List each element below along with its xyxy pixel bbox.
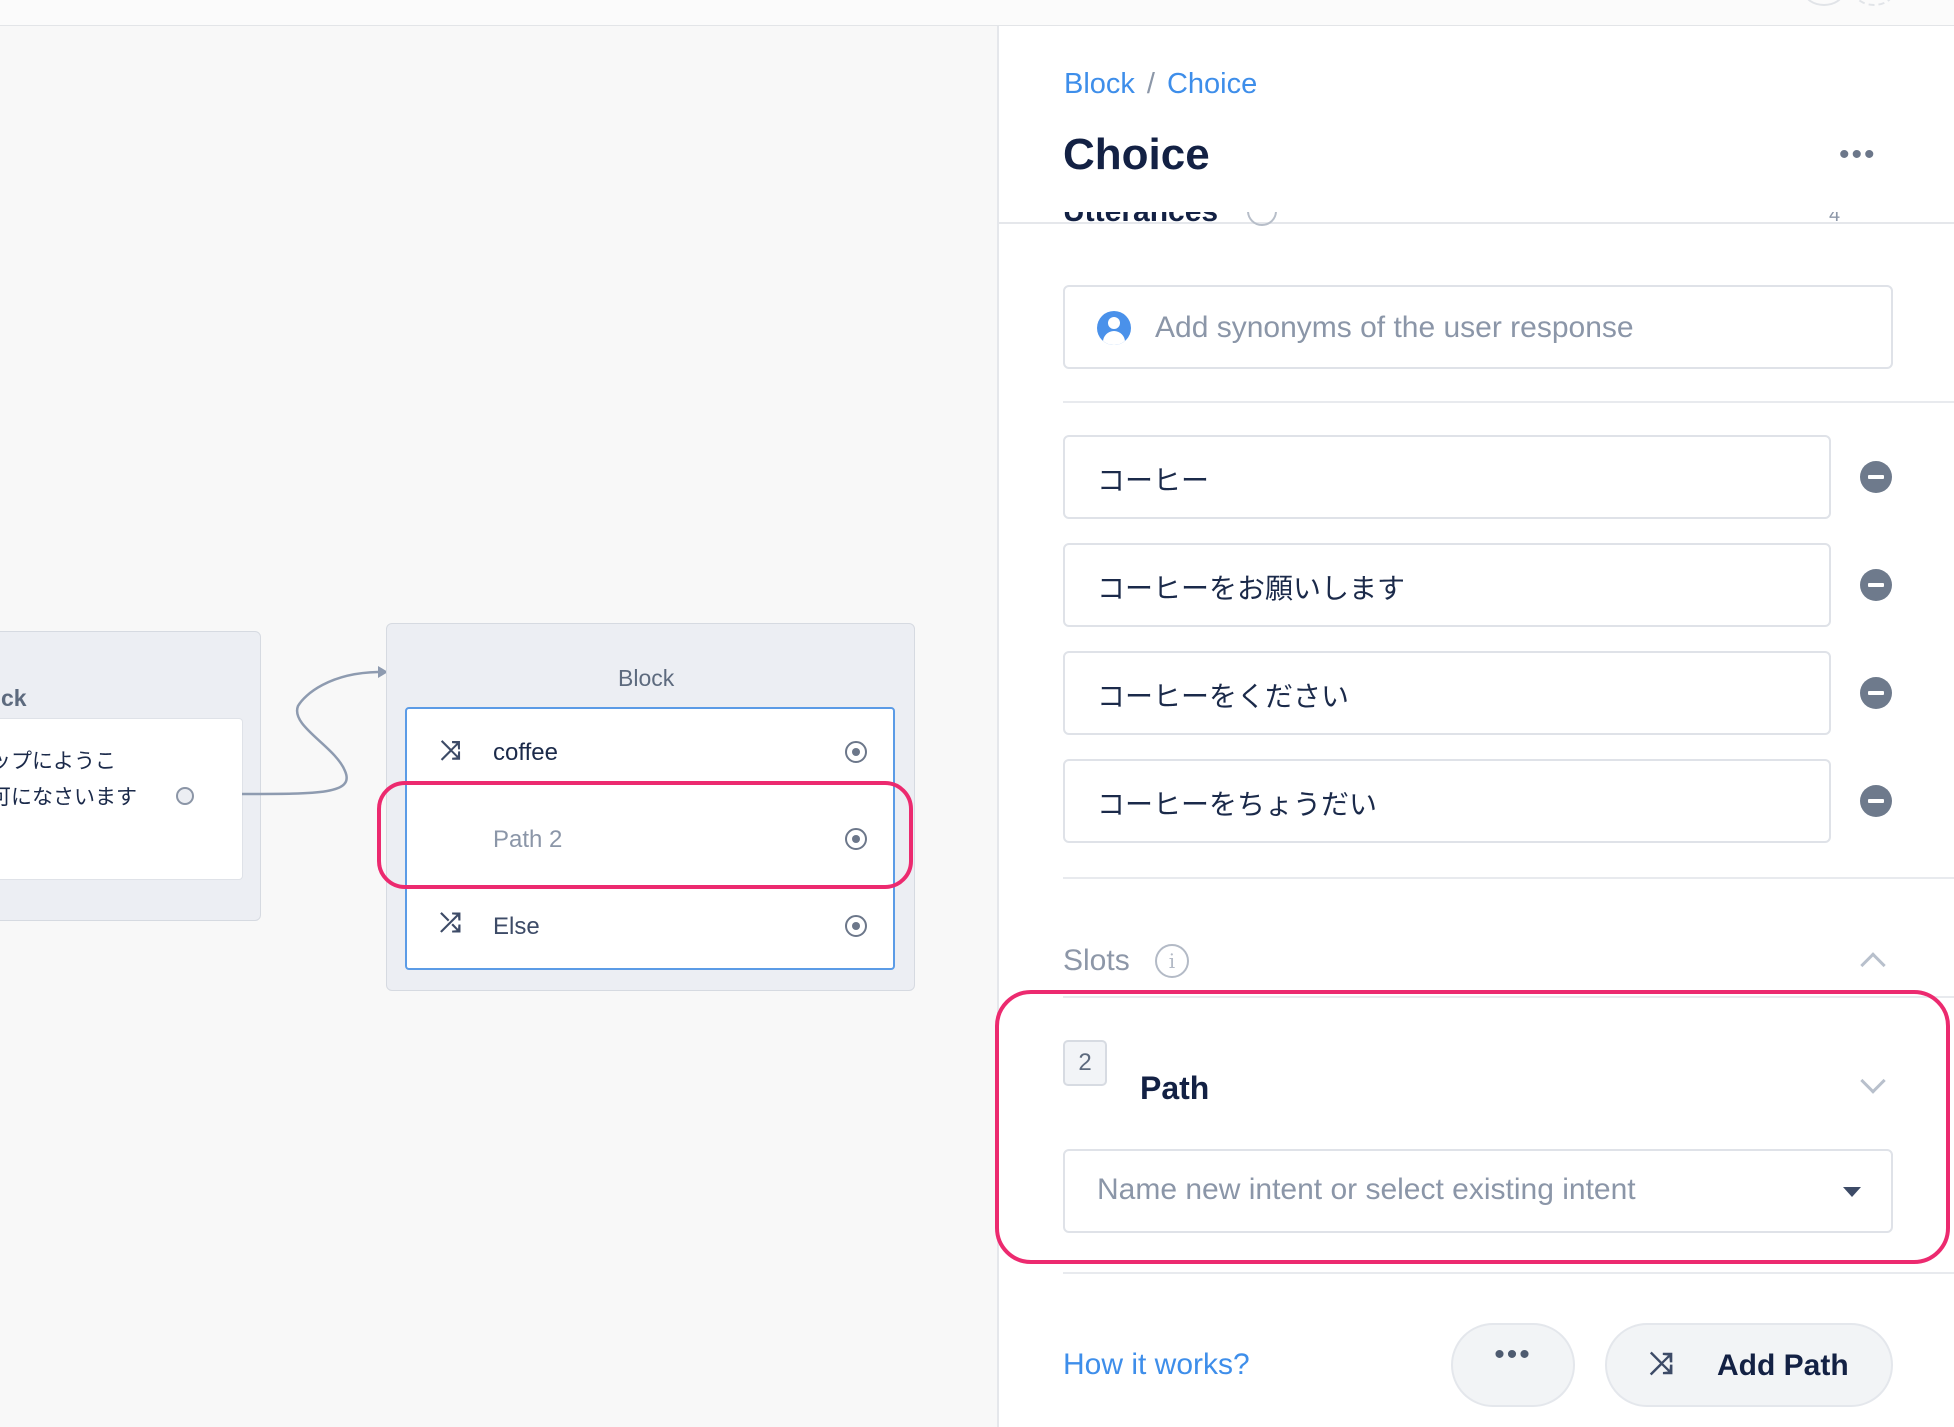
utterance-item[interactable]: コーヒーをください <box>1063 651 1831 735</box>
utterance-item[interactable]: コーヒーをお願いします <box>1063 543 1831 627</box>
breadcrumb: Block / Choice <box>1064 68 1257 101</box>
divider <box>1063 877 1954 879</box>
add-path-button[interactable]: ⤨ Add Path <box>1605 1323 1893 1407</box>
cross-arrows-icon: ⤮ <box>440 907 461 937</box>
loading-icon <box>1854 0 1894 6</box>
speak-text-line-1: ップにようこ <box>0 749 116 773</box>
info-icon[interactable] <box>1247 212 1277 226</box>
utterance-text: コーヒー <box>1097 464 1210 497</box>
editor-panel: Block / Choice Choice ••• Utterances 4 Add… <box>995 26 1954 1427</box>
breadcrumb-root[interactable]: Block <box>1064 68 1135 100</box>
info-icon[interactable]: i <box>1155 944 1189 978</box>
remove-utterance-icon[interactable] <box>1860 461 1892 493</box>
user-icon <box>1097 311 1131 345</box>
utterances-label: Utterances <box>1063 212 1218 226</box>
shuffle-arrows-icon: ⤨ <box>1649 1347 1673 1380</box>
utterance-text: コーヒーをちょうだい <box>1097 788 1378 821</box>
more-options-icon[interactable]: ••• <box>1839 140 1877 170</box>
path-label: Else <box>493 913 540 940</box>
utterance-item[interactable]: コーヒーをちょうだい <box>1063 759 1831 843</box>
speak-step[interactable]: ップにようこ 可になさいます <box>0 718 243 880</box>
shuffle-arrows-icon: ⤨ <box>440 735 461 765</box>
utterance-text: コーヒーをください <box>1097 680 1350 713</box>
utterance-text: コーヒーをお願いします <box>1097 572 1406 605</box>
block-title: ck <box>1 685 27 711</box>
top-bar <box>0 0 1954 26</box>
breadcrumb-separator: / <box>1146 68 1155 100</box>
output-port[interactable] <box>845 741 867 763</box>
remove-utterance-icon[interactable] <box>1860 785 1892 817</box>
output-port[interactable] <box>176 787 194 805</box>
utterances-count: 4 <box>1829 212 1841 226</box>
path-row-else[interactable]: ⤮ Else <box>407 883 893 969</box>
how-it-works-link[interactable]: How it works? <box>1063 1348 1250 1382</box>
output-port[interactable] <box>845 915 867 937</box>
path-section-highlight <box>995 990 1950 1264</box>
flow-canvas[interactable]: ck ップにようこ 可になさいます Block ⤨ coffee Path 2 … <box>0 26 997 1427</box>
previous-block[interactable]: ck ップにようこ 可になさいます <box>0 631 261 921</box>
chevron-up-icon[interactable] <box>1860 952 1886 978</box>
user-avatar-icon[interactable] <box>1804 0 1844 6</box>
remove-utterance-icon[interactable] <box>1860 569 1892 601</box>
add-path-label: Add Path <box>1717 1349 1849 1382</box>
breadcrumb-current[interactable]: Choice <box>1167 68 1257 100</box>
divider <box>1063 401 1954 403</box>
path-2-highlight <box>377 781 913 889</box>
speak-text-line-2: 可になさいます <box>0 785 137 809</box>
synonym-placeholder: Add synonyms of the user response <box>1155 311 1634 344</box>
page-title: Choice <box>1063 130 1210 179</box>
utterance-item[interactable]: コーヒー <box>1063 435 1831 519</box>
remove-utterance-icon[interactable] <box>1860 677 1892 709</box>
synonym-input[interactable]: Add synonyms of the user response <box>1063 285 1893 369</box>
more-button[interactable]: ••• <box>1451 1323 1575 1407</box>
block-title: Block <box>618 665 675 691</box>
divider <box>1063 1272 1954 1274</box>
path-label: coffee <box>493 739 558 766</box>
slots-label[interactable]: Slots <box>1063 944 1130 978</box>
